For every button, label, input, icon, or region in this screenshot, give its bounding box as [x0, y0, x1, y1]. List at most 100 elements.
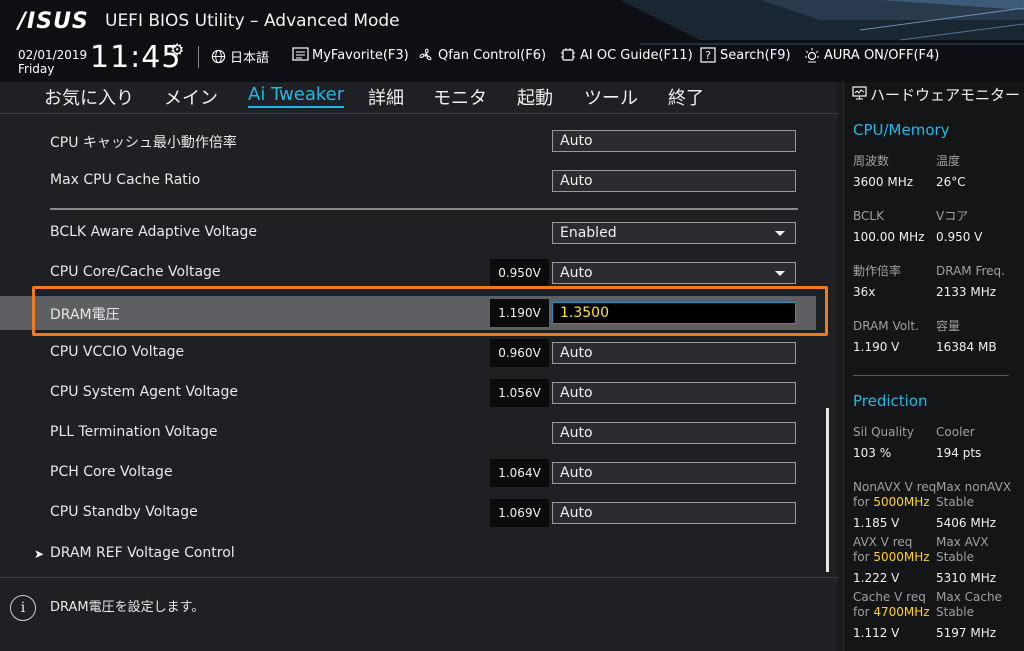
monitor-divider	[853, 375, 1009, 376]
day-text: Friday	[18, 62, 55, 76]
monitor-value-max-nonavx: 5406 MHz	[936, 516, 997, 530]
language-label: 日本語	[230, 51, 270, 66]
tab-advanced[interactable]: 詳細	[368, 84, 404, 110]
search-icon: ?	[700, 47, 716, 63]
monitor-label-frequency: 周波数	[853, 154, 890, 168]
asus-logo: /ISUS	[18, 9, 89, 34]
setting-label-pll-termination-voltage: PLL Termination Voltage	[50, 424, 218, 440]
setting-value-cpu-vccio-voltage[interactable]: Auto	[552, 342, 796, 364]
clock: 11:45	[90, 40, 182, 75]
tab-main[interactable]: メイン	[164, 84, 218, 110]
ai-oc-guide-button[interactable]: AI OC Guide(F11)	[560, 47, 693, 63]
setting-dropdown-cpu-core-cache-voltage[interactable]: Auto	[552, 262, 796, 284]
monitor-value-dram-volt: 1.190 V	[853, 340, 900, 354]
monitor-value-sil-quality: 103 %	[853, 446, 892, 460]
monitor-value-capacity: 16384 MB	[936, 340, 997, 354]
language-button[interactable]: 日本語	[210, 47, 269, 66]
monitor-value-ratio: 36x	[853, 285, 876, 299]
svg-text:?: ?	[705, 49, 711, 62]
setting-dropdown-bclk-aware-adaptive-voltage[interactable]: Enabled	[552, 222, 796, 244]
monitor-title: ハードウェアモニター	[852, 86, 1022, 104]
monitor-label-nonavx-vreq: NonAVX V req for 5000MHz	[853, 480, 937, 509]
hardware-monitor-panel: ハードウェアモニター CPU/Memory 周波数 温度 3600 MHz 26…	[843, 82, 1024, 651]
monitor-label-ratio: 動作倍率	[853, 264, 902, 278]
submenu-dram-ref-voltage-control[interactable]: DRAM REF Voltage Control	[50, 545, 235, 561]
ai-guide-icon	[560, 47, 576, 63]
setting-label-cpu-standby-voltage: CPU Standby Voltage	[50, 504, 198, 520]
setting-label-cpu-system-agent-voltage: CPU System Agent Voltage	[50, 384, 238, 400]
tab-boot[interactable]: 起動	[517, 84, 553, 110]
monitor-value-dram-freq: 2133 MHz	[936, 285, 997, 299]
main-nav: お気に入り メイン Ai Tweaker 詳細 モニタ 起動 ツール 終了	[0, 82, 838, 112]
monitor-label-sil-quality: Sil Quality	[853, 425, 914, 439]
fan-icon	[418, 47, 434, 63]
tab-favorites[interactable]: お気に入り	[44, 84, 134, 110]
monitor-value-nonavx-vreq: 1.185 V	[853, 516, 900, 530]
voltage-readout-pch-core: 1.064V	[490, 459, 549, 487]
monitor-value-max-cache: 5197 MHz	[936, 626, 997, 640]
date-text: 02/01/2019	[18, 48, 88, 62]
setting-label-max-cpu-cache-ratio: Max CPU Cache Ratio	[50, 172, 201, 188]
monitor-label-max-avx: Max AVX Stable	[936, 535, 989, 564]
header-bar: /ISUS UEFI BIOS Utility – Advanced Mode …	[0, 0, 1024, 82]
highlight-annotation-box	[32, 286, 828, 336]
tab-ai-tweaker[interactable]: Ai Tweaker	[248, 84, 345, 108]
section-divider	[50, 208, 798, 210]
search-button[interactable]: ? Search(F9)	[700, 47, 791, 63]
monitor-label-capacity: 容量	[936, 319, 961, 333]
monitor-value-frequency: 3600 MHz	[853, 175, 914, 189]
chevron-down-icon	[775, 231, 785, 236]
nav-divider	[0, 113, 838, 114]
monitor-value-temperature: 26°C	[936, 175, 966, 189]
monitor-label-bclk: BCLK	[853, 209, 884, 223]
avx-target-freq: 5000MHz	[873, 550, 930, 564]
app-title: UEFI BIOS Utility – Advanced Mode	[105, 11, 400, 31]
monitor-value-cooler: 194 pts	[936, 446, 982, 460]
voltage-readout-cpu-core-cache: 0.950V	[490, 259, 549, 287]
monitor-label-avx-vreq: AVX V req for 5000MHz	[853, 535, 930, 564]
voltage-readout-cpu-vccio: 0.960V	[490, 339, 549, 367]
myfavorite-button[interactable]: MyFavorite(F3)	[292, 47, 409, 63]
setting-value-pch-core-voltage[interactable]: Auto	[552, 462, 796, 484]
tab-exit[interactable]: 終了	[668, 84, 704, 110]
dropdown-value: Auto	[560, 265, 593, 281]
setting-label-cpu-core-cache-voltage: CPU Core/Cache Voltage	[50, 264, 221, 280]
nonavx-target-freq: 5000MHz	[873, 495, 930, 509]
setting-value-cpu-standby-voltage[interactable]: Auto	[552, 502, 796, 524]
setting-value-cpu-system-agent-voltage[interactable]: Auto	[552, 382, 796, 404]
cpu-memory-section-title: CPU/Memory	[853, 121, 950, 139]
tab-tool[interactable]: ツール	[584, 84, 638, 110]
main-panel: お気に入り メイン Ai Tweaker 詳細 モニタ 起動 ツール 終了 CP…	[0, 82, 838, 651]
setting-label-bclk-aware-adaptive-voltage: BCLK Aware Adaptive Voltage	[50, 224, 258, 240]
favorite-icon	[292, 47, 309, 63]
chevron-down-icon	[775, 271, 785, 276]
monitor-title-text: ハードウェアモニター	[870, 86, 1021, 104]
aura-label: AURA ON/OFF(F4)	[824, 47, 940, 63]
qfan-control-button[interactable]: Qfan Control(F6)	[418, 47, 546, 63]
globe-icon	[210, 49, 226, 65]
monitor-label-vcore: Vコア	[936, 209, 969, 223]
setting-value-cpu-cache-min-ratio[interactable]: Auto	[552, 130, 796, 152]
qfan-label: Qfan Control(F6)	[438, 47, 547, 63]
setting-value-pll-termination-voltage[interactable]: Auto	[552, 422, 796, 444]
monitor-value-vcore: 0.950 V	[936, 230, 983, 244]
voltage-readout-cpu-standby: 1.069V	[490, 499, 549, 527]
monitor-label-dram-volt: DRAM Volt.	[853, 319, 919, 333]
date-display: 02/01/2019 Friday	[18, 48, 87, 76]
monitor-label-max-nonavx: Max nonAVX Stable	[936, 480, 1012, 509]
scrollbar[interactable]	[826, 408, 829, 572]
gear-icon[interactable]: ⚙	[170, 40, 184, 59]
setting-value-max-cpu-cache-ratio[interactable]: Auto	[552, 170, 796, 192]
dropdown-value: Enabled	[560, 225, 617, 241]
aura-button[interactable]: AURA ON/OFF(F4)	[804, 47, 939, 63]
monitor-label-cooler: Cooler	[936, 425, 975, 439]
header-separator	[198, 46, 199, 68]
prediction-section-title: Prediction	[853, 392, 928, 410]
monitor-value-avx-vreq: 1.222 V	[853, 571, 900, 585]
cache-target-freq: 4700MHz	[873, 605, 930, 619]
tab-monitor[interactable]: モニタ	[433, 84, 487, 110]
help-text: DRAM電圧を設定します。	[50, 600, 205, 615]
monitor-label-max-cache: Max Cache Stable	[936, 590, 1002, 619]
search-label: Search(F9)	[720, 47, 791, 63]
ai-oc-guide-label: AI OC Guide(F11)	[580, 47, 693, 63]
